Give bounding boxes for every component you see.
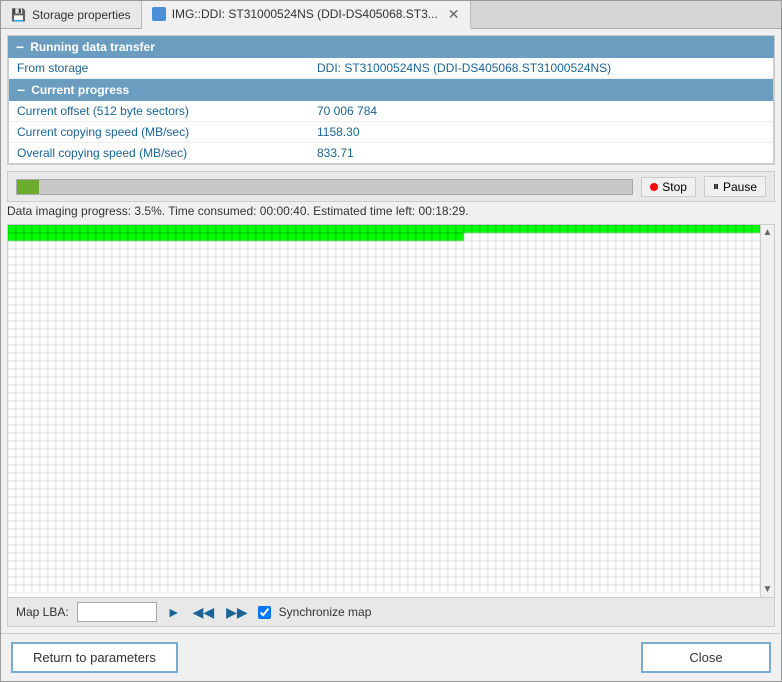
scroll-down-icon[interactable]: ▼ xyxy=(763,584,773,595)
collapse-icon[interactable]: − xyxy=(16,39,24,55)
nav-rewind-button[interactable]: ◀◀ xyxy=(191,604,217,621)
title-bar: 💾 Storage properties IMG::DDI: ST3100052… xyxy=(1,1,781,29)
pause-icon: ⏸ xyxy=(713,179,719,194)
return-label: Return to parameters xyxy=(33,650,156,665)
scroll-up-icon[interactable]: ▲ xyxy=(763,227,773,238)
main-window: 💾 Storage properties IMG::DDI: ST3100052… xyxy=(0,0,782,682)
running-transfer-section: − Running data transfer From storage DDI… xyxy=(7,35,775,165)
running-transfer-header: − Running data transfer xyxy=(8,36,774,58)
collapse-progress-icon[interactable]: − xyxy=(17,82,25,98)
copy-speed-value: 1158.30 xyxy=(317,125,765,139)
stop-dot-icon xyxy=(650,183,658,191)
img-icon xyxy=(152,7,166,21)
map-lba-label: Map LBA: xyxy=(16,605,69,619)
overall-speed-label: Overall copying speed (MB/sec) xyxy=(17,146,317,160)
sync-label: Synchronize map xyxy=(279,605,372,619)
sync-checkbox[interactable] xyxy=(258,606,271,619)
stop-button[interactable]: Stop xyxy=(641,177,696,197)
overall-speed-value: 833.71 xyxy=(317,146,765,160)
tab-storage-properties[interactable]: 💾 Storage properties xyxy=(1,1,142,28)
close-button[interactable]: Close xyxy=(641,642,771,673)
map-lba-input[interactable] xyxy=(77,602,157,622)
current-progress-title: Current progress xyxy=(31,83,129,97)
current-progress-header: − Current progress xyxy=(9,79,773,101)
tab-img-ddi[interactable]: IMG::DDI: ST31000524NS (DDI-DS405068.ST3… xyxy=(142,1,471,29)
storage-icon: 💾 xyxy=(11,8,26,22)
status-text: Data imaging progress: 3.5%. Time consum… xyxy=(7,202,775,222)
from-storage-row: From storage DDI: ST31000524NS (DDI-DS40… xyxy=(9,58,773,79)
nav-fast-forward-button[interactable]: ▶▶ xyxy=(224,604,250,621)
progress-area: Stop ⏸ Pause xyxy=(7,171,775,202)
offset-label: Current offset (512 byte sectors) xyxy=(17,104,317,118)
map-canvas xyxy=(8,225,760,597)
pause-label: Pause xyxy=(723,180,757,194)
tab-close-icon[interactable]: ✕ xyxy=(448,6,460,23)
offset-row: Current offset (512 byte sectors) 70 006… xyxy=(9,101,773,122)
running-transfer-title: Running data transfer xyxy=(30,40,155,54)
overall-speed-row: Overall copying speed (MB/sec) 833.71 xyxy=(9,143,773,163)
map-scrollbar[interactable]: ▲ ▼ xyxy=(760,225,774,597)
map-controls: Map LBA: ► ◀◀ ▶▶ Synchronize map xyxy=(7,598,775,627)
nav-play-button[interactable]: ► xyxy=(165,604,183,620)
progress-bar-container xyxy=(16,179,633,195)
tab-img-label: IMG::DDI: ST31000524NS (DDI-DS405068.ST3… xyxy=(172,7,438,21)
current-progress-rows: Current offset (512 byte sectors) 70 006… xyxy=(9,101,773,163)
return-to-parameters-button[interactable]: Return to parameters xyxy=(11,642,178,673)
offset-value: 70 006 784 xyxy=(317,104,765,118)
stop-label: Stop xyxy=(662,180,687,194)
tab-storage-label: Storage properties xyxy=(32,8,131,22)
pause-button[interactable]: ⏸ Pause xyxy=(704,176,766,197)
from-storage-label: From storage xyxy=(17,61,317,75)
progress-bar-fill xyxy=(17,180,39,194)
running-transfer-body: From storage DDI: ST31000524NS (DDI-DS40… xyxy=(8,58,774,164)
main-content: − Running data transfer From storage DDI… xyxy=(1,29,781,633)
copy-speed-label: Current copying speed (MB/sec) xyxy=(17,125,317,139)
map-container: ▲ ▼ xyxy=(7,224,775,598)
from-storage-value: DDI: ST31000524NS (DDI-DS405068.ST310005… xyxy=(317,61,765,75)
copy-speed-row: Current copying speed (MB/sec) 1158.30 xyxy=(9,122,773,143)
bottom-bar: Return to parameters Close xyxy=(1,633,781,681)
close-label: Close xyxy=(689,650,722,665)
